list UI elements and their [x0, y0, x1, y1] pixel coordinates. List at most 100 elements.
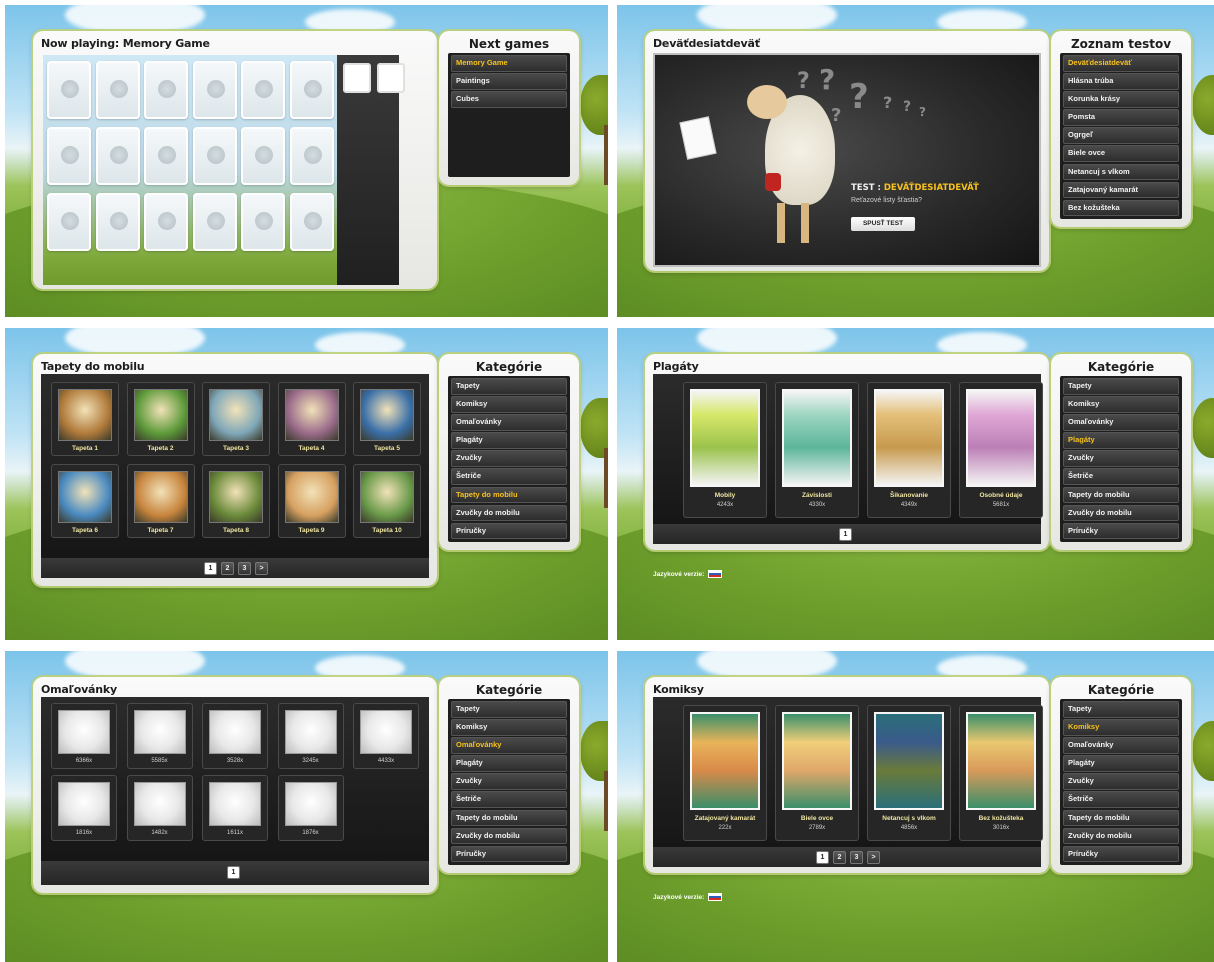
memory-card[interactable]: [192, 193, 237, 251]
category-item[interactable]: Príručky: [451, 845, 567, 863]
category-item[interactable]: Plagáty: [1063, 432, 1179, 449]
test-list-item[interactable]: Korunka krásy: [1063, 91, 1179, 108]
category-item[interactable]: Tapety: [1063, 701, 1179, 718]
wallpaper-thumb[interactable]: Tapeta 2: [126, 382, 195, 456]
category-item[interactable]: Plagáty: [1063, 755, 1179, 772]
coloring-card[interactable]: 1816x: [51, 775, 117, 841]
wallpaper-thumb[interactable]: Tapeta 4: [277, 382, 346, 456]
coloring-card[interactable]: 1611x: [202, 775, 268, 841]
comic-card[interactable]: Biele ovce 2789x: [775, 705, 859, 841]
category-item[interactable]: Zvučky do mobilu: [1063, 504, 1179, 522]
page-button[interactable]: 1: [227, 866, 240, 879]
comic-card[interactable]: Zatajovaný kamarát 222x: [683, 705, 767, 841]
category-item[interactable]: Zvučky: [1063, 450, 1179, 467]
coloring-card[interactable]: 5585x: [126, 703, 193, 769]
memory-card[interactable]: [144, 193, 188, 251]
menu-item-paintings[interactable]: Paintings: [451, 73, 567, 90]
coloring-card[interactable]: 1482x: [126, 775, 193, 841]
wallpaper-thumb[interactable]: Tapeta 8: [202, 464, 270, 538]
coloring-card[interactable]: 1876x: [277, 775, 344, 841]
test-list-item[interactable]: Ogrgeľ: [1063, 127, 1179, 144]
next-page-button[interactable]: >: [867, 851, 880, 864]
category-item[interactable]: Omaľovánky: [451, 737, 567, 754]
menu-item-memory-game[interactable]: Memory Game: [451, 55, 567, 72]
start-test-button[interactable]: SPUSŤ TEST: [851, 217, 915, 231]
category-item[interactable]: Tapety do mobilu: [1063, 809, 1179, 827]
category-item[interactable]: Príručky: [1063, 522, 1179, 540]
wallpaper-thumb[interactable]: Tapeta 1: [51, 382, 119, 456]
category-item[interactable]: Omaľovánky: [1063, 414, 1179, 431]
test-list-item[interactable]: Biele ovce: [1063, 145, 1179, 162]
category-item[interactable]: Zvučky do mobilu: [451, 504, 567, 522]
category-item[interactable]: Tapety: [451, 701, 567, 718]
memory-card[interactable]: [95, 61, 140, 119]
test-list-item[interactable]: Pomsta: [1063, 109, 1179, 126]
category-item[interactable]: Komiksy: [451, 719, 567, 736]
test-list-item[interactable]: Zatajovaný kamarát: [1063, 181, 1179, 199]
category-item[interactable]: Šetriče: [1063, 468, 1179, 485]
hungarian-flag-icon[interactable]: [708, 893, 723, 901]
poster-card[interactable]: Šikanovanie 4349x: [867, 382, 951, 518]
category-item[interactable]: Tapety: [451, 378, 567, 395]
category-item[interactable]: Šetriče: [451, 468, 567, 485]
test-list-item[interactable]: Bez kožušteka: [1063, 199, 1179, 217]
next-page-button[interactable]: >: [255, 562, 268, 575]
poster-card[interactable]: Závislosti 4330x: [775, 382, 859, 518]
category-item[interactable]: Zvučky do mobilu: [1063, 827, 1179, 845]
page-button[interactable]: 3: [238, 562, 251, 575]
category-item[interactable]: Zvučky do mobilu: [451, 827, 567, 845]
category-item[interactable]: Komiksy: [451, 396, 567, 413]
wallpaper-thumb[interactable]: Tapeta 9: [277, 464, 346, 538]
category-item[interactable]: Šetriče: [1063, 791, 1179, 808]
coloring-card[interactable]: 6366x: [51, 703, 117, 769]
page-button[interactable]: 2: [221, 562, 234, 575]
category-item[interactable]: Plagáty: [451, 432, 567, 449]
menu-item-cubes[interactable]: Cubes: [451, 91, 567, 108]
category-item[interactable]: Omaľovánky: [451, 414, 567, 431]
test-list-item[interactable]: Deväťdesiatdeväť: [1063, 55, 1179, 72]
category-item[interactable]: Komiksy: [1063, 719, 1179, 736]
page-button[interactable]: 2: [833, 851, 846, 864]
memory-card[interactable]: [47, 127, 91, 185]
memory-card[interactable]: [192, 61, 237, 119]
memory-card[interactable]: [47, 61, 91, 119]
memory-card[interactable]: [289, 61, 334, 119]
comic-card[interactable]: Bez kožušteka 3016x: [959, 705, 1043, 841]
hungarian-flag-icon[interactable]: [708, 570, 723, 578]
coloring-card[interactable]: 4433x: [353, 703, 419, 769]
memory-card[interactable]: [192, 127, 237, 185]
page-button[interactable]: 3: [850, 851, 863, 864]
memory-card[interactable]: [241, 193, 285, 251]
poster-card[interactable]: Osobné údaje 5681x: [959, 382, 1043, 518]
wallpaper-thumb[interactable]: Tapeta 3: [202, 382, 270, 456]
test-list-item[interactable]: Netancuj s vlkom: [1063, 163, 1179, 181]
wallpaper-thumb[interactable]: Tapeta 10: [353, 464, 421, 538]
coloring-card[interactable]: 3528x: [202, 703, 268, 769]
memory-card[interactable]: [144, 61, 188, 119]
category-item[interactable]: Šetriče: [451, 791, 567, 808]
test-list-item[interactable]: Hlásna trúba: [1063, 73, 1179, 90]
coloring-card[interactable]: 3245x: [277, 703, 344, 769]
category-item[interactable]: Plagáty: [451, 755, 567, 772]
page-button[interactable]: 1: [839, 528, 852, 541]
category-item[interactable]: Omaľovánky: [1063, 737, 1179, 754]
category-item[interactable]: Príručky: [451, 522, 567, 540]
memory-card[interactable]: [241, 127, 285, 185]
memory-card[interactable]: [95, 193, 140, 251]
category-item[interactable]: Tapety: [1063, 378, 1179, 395]
memory-card[interactable]: [289, 193, 334, 251]
memory-card[interactable]: [144, 127, 188, 185]
category-item[interactable]: Zvučky: [451, 773, 567, 790]
category-item[interactable]: Komiksy: [1063, 396, 1179, 413]
memory-card[interactable]: [289, 127, 334, 185]
category-item[interactable]: Zvučky: [451, 450, 567, 467]
wallpaper-thumb[interactable]: Tapeta 6: [51, 464, 119, 538]
category-item[interactable]: Príručky: [1063, 845, 1179, 863]
memory-card[interactable]: [47, 193, 91, 251]
page-button[interactable]: 1: [816, 851, 829, 864]
page-button[interactable]: 1: [204, 562, 217, 575]
comic-card[interactable]: Netancuj s vlkom 4856x: [867, 705, 951, 841]
category-item[interactable]: Tapety do mobilu: [451, 809, 567, 827]
wallpaper-thumb[interactable]: Tapeta 7: [126, 464, 195, 538]
category-item[interactable]: Tapety do mobilu: [1063, 486, 1179, 504]
